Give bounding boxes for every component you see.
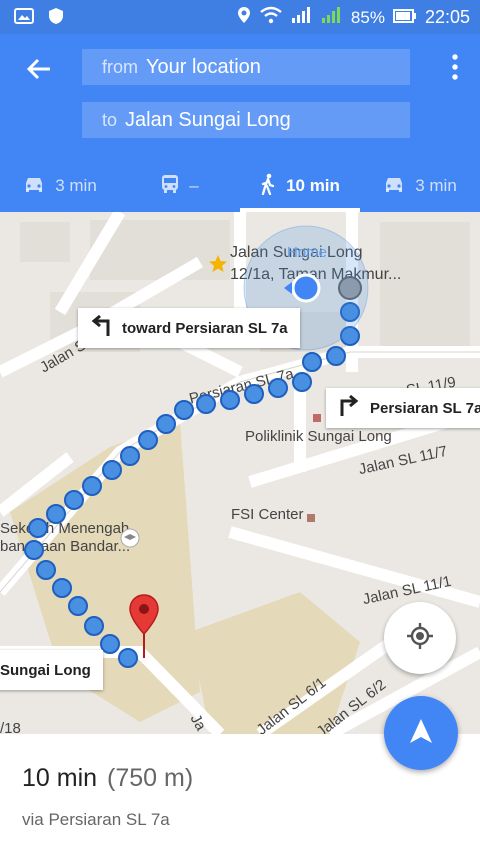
navigation-arrow-icon [408, 717, 434, 750]
start-navigation-button[interactable] [384, 696, 458, 770]
directions-header: from Your location to Jalan Sungai Long … [0, 34, 480, 212]
tab-transit-label: – [189, 176, 199, 195]
tab-walking[interactable]: 10 min [240, 160, 360, 212]
route-distance: (750 m) [107, 764, 194, 792]
callout-destination-label: Sungai Long [0, 661, 91, 679]
callout-turn-left-label: toward Persiaran SL 7a [122, 319, 288, 337]
status-bar: 85% 22:05 [0, 0, 480, 34]
crosshair-icon [405, 621, 435, 656]
origin-value: Your location [146, 55, 261, 78]
tab-walking-label: 10 min [286, 176, 340, 195]
shield-icon [48, 7, 64, 30]
my-location-button[interactable] [384, 602, 456, 674]
tab-taxi-label: 3 min [415, 176, 457, 195]
tab-driving[interactable]: 3 min [0, 160, 120, 212]
destination-pin-icon[interactable] [129, 594, 159, 665]
destination-prefix: to [102, 109, 118, 130]
signal-icon [291, 6, 313, 29]
origin-field[interactable]: from Your location [82, 49, 410, 85]
callout-destination[interactable]: Sungai Long [0, 650, 103, 690]
car-icon [23, 175, 45, 198]
turn-left-arrow-icon [90, 314, 112, 341]
destination-field[interactable]: to Jalan Sungai Long [82, 102, 410, 138]
tab-transit[interactable]: – [120, 160, 240, 212]
route-via: via Persiaran SL 7a [22, 810, 170, 829]
car-icon [383, 175, 405, 198]
destination-value: Jalan Sungai Long [125, 108, 291, 131]
back-arrow-icon[interactable] [22, 52, 56, 86]
turn-right-arrow-icon [338, 394, 360, 421]
travel-mode-tabs: 3 min – 10 min 3 min [0, 160, 480, 212]
callout-turn-left[interactable]: toward Persiaran SL 7a [78, 308, 300, 348]
callout-turn-right-label: Persiaran SL 7a [370, 399, 480, 417]
tab-driving-label: 3 min [55, 176, 97, 195]
route-duration-value: 10 min [22, 764, 98, 792]
transit-icon [161, 174, 179, 199]
route-duration: 10 min (750 m) [22, 764, 193, 793]
callout-turn-right[interactable]: Persiaran SL 7a [326, 388, 480, 428]
signal-2-icon [321, 6, 343, 29]
more-options-icon[interactable] [450, 52, 460, 82]
battery-percent: 85% [350, 7, 385, 27]
clock: 22:05 [424, 7, 470, 27]
location-icon [237, 6, 251, 29]
wifi-icon [259, 6, 283, 29]
origin-prefix: from [102, 56, 138, 77]
tab-taxi[interactable]: 3 min [360, 160, 480, 212]
walk-icon [260, 173, 276, 200]
battery-icon [392, 8, 417, 28]
image-icon [14, 8, 34, 29]
